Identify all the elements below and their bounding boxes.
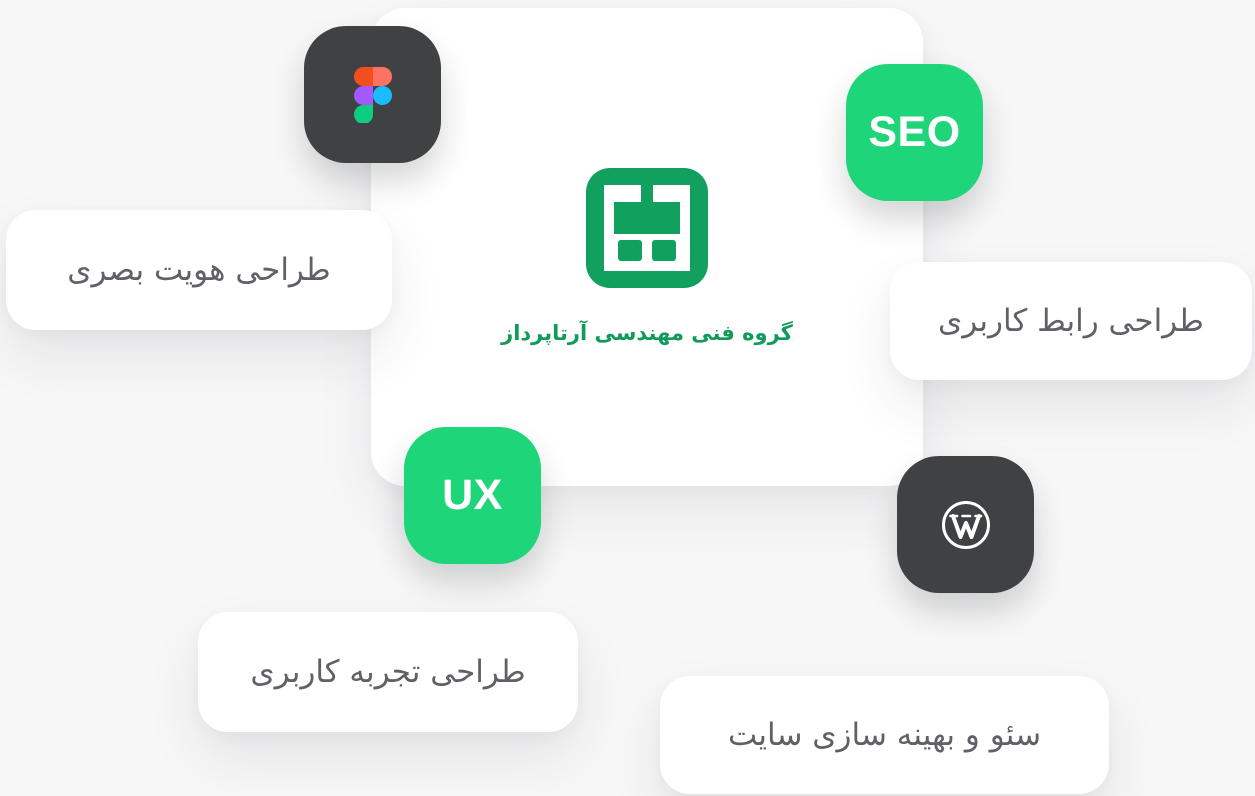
service-label-ux-design: طراحی تجربه کاربری — [250, 654, 526, 690]
wordpress-badge — [897, 456, 1034, 593]
service-label-ui-design: طراحی رابط کاربری — [938, 303, 1204, 339]
service-label-visual-identity: طراحی هویت بصری — [67, 252, 331, 288]
service-card-seo: سئو و بهینه سازی سایت — [660, 676, 1109, 794]
ux-badge-label: UX — [442, 471, 503, 519]
brand-name: گروه فنی مهندسی آرتاپرداز — [501, 321, 793, 345]
wordpress-icon — [941, 500, 990, 549]
service-label-seo: سئو و بهینه سازی سایت — [727, 717, 1042, 753]
ux-badge: UX — [404, 427, 541, 564]
figma-icon — [353, 66, 392, 123]
service-card-ux-design: طراحی تجربه کاربری — [198, 612, 578, 732]
seo-badge: SEO — [846, 64, 983, 201]
figma-badge — [304, 26, 441, 163]
seo-badge-label: SEO — [868, 108, 961, 156]
artapardaz-logo-icon — [586, 168, 708, 288]
service-card-visual-identity: طراحی هویت بصری — [6, 210, 392, 330]
service-card-ui-design: طراحی رابط کاربری — [890, 262, 1252, 380]
